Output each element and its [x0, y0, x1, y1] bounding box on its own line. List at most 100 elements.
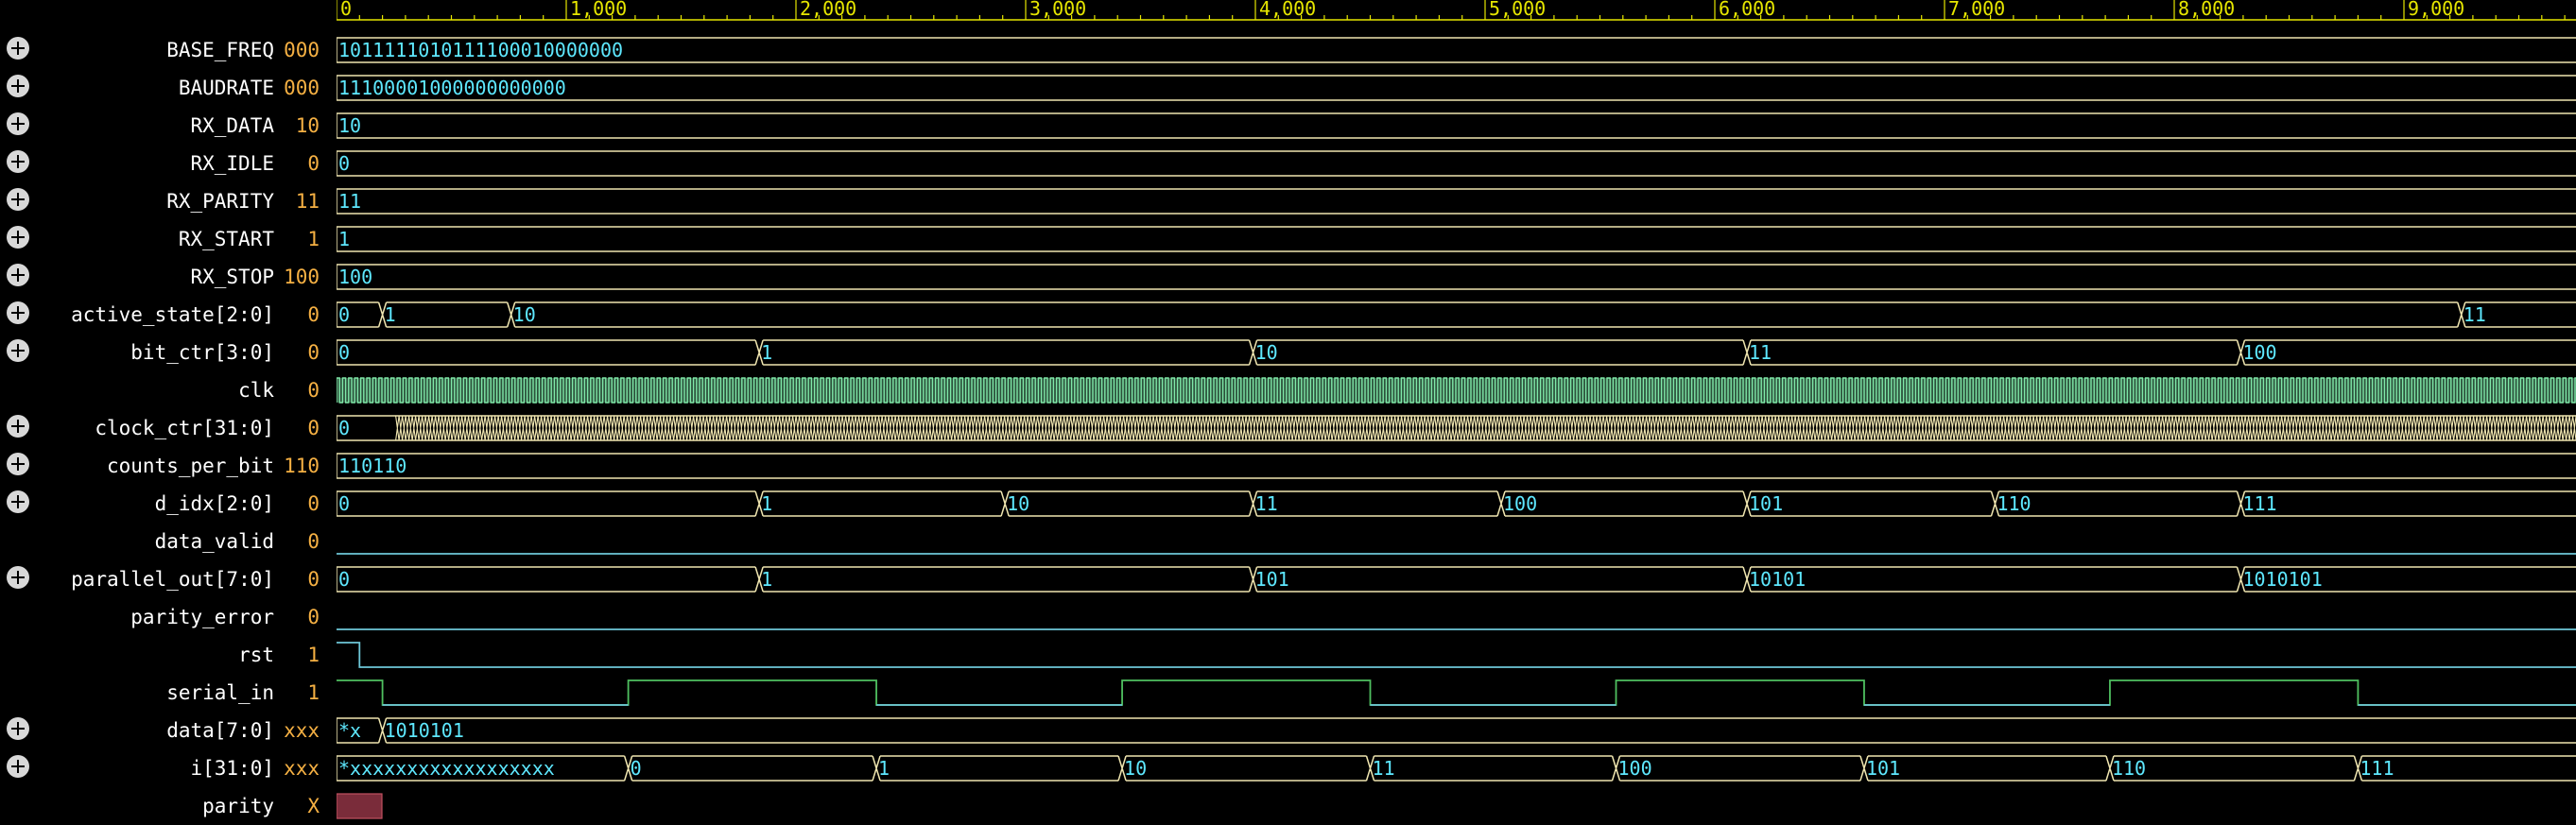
bus-value-label: 110: [1997, 492, 2031, 515]
expand-plus-icon[interactable]: [7, 188, 29, 211]
waveform-rx-parity[interactable]: 11: [336, 188, 2576, 215]
time-ruler[interactable]: 0 1,000 2,000 3,000 4,000 5,000 6,000 7,000 8,00…: [336, 0, 2576, 21]
bus-outline: [336, 566, 2576, 593]
expand-plus-icon[interactable]: [7, 37, 29, 60]
signal-row-bit-ctr-3-0[interactable]: bit_ctr[3:0] 0: [0, 334, 337, 371]
bus-outline: [336, 339, 2576, 366]
signal-name: d_idx[2:0]: [154, 492, 274, 515]
waveform-parallel-out-7-0[interactable]: 0 1 101 10101 1010101: [336, 566, 2576, 593]
signal-name: clock_ctr[31:0]: [95, 417, 274, 439]
signal-row-rx-idle[interactable]: RX_IDLE 0: [0, 145, 337, 182]
waveform-serial-in[interactable]: [337, 679, 2576, 706]
expand-plus-icon[interactable]: [7, 264, 29, 286]
expand-plus-icon[interactable]: [7, 112, 29, 135]
bus-outline: [336, 301, 2576, 328]
signal-row-clock-ctr-31-0[interactable]: clock_ctr[31:0] 0: [0, 409, 337, 447]
waveform-bit-ctr-3-0[interactable]: 0 1 10 11 100: [336, 339, 2576, 366]
signal-name: RX_START: [178, 228, 274, 250]
bus-value-label: 1010101: [2242, 568, 2322, 591]
expand-plus-icon[interactable]: [7, 453, 29, 475]
signal-row-serial-in[interactable]: serial_in 1: [0, 674, 337, 712]
expand-plus-icon[interactable]: [7, 415, 29, 438]
bus-outline: [336, 453, 2576, 479]
waveform-data-7-0[interactable]: *x 1010101: [336, 717, 2576, 744]
waveform-counts-per-bit[interactable]: 110110: [336, 453, 2576, 479]
expand-plus-icon[interactable]: [7, 755, 29, 778]
waveform-canvas[interactable]: 0 1,000 2,000 3,000 4,000 5,000 6,000 7,000 8,00…: [336, 0, 2576, 821]
bus-value-label: *x: [338, 719, 361, 742]
waveform-rx-start[interactable]: 1: [336, 226, 2576, 252]
waveform-rx-stop[interactable]: 100: [336, 264, 2576, 290]
bus-outline: [336, 755, 2576, 782]
signal-row-data-7-0[interactable]: data[7:0] xxx: [0, 712, 337, 749]
waveform-parity[interactable]: [336, 793, 383, 819]
expand-plus-icon[interactable]: [7, 75, 29, 97]
signal-cursor-value: xxx: [284, 757, 320, 780]
bus-outline: [336, 75, 2576, 101]
signal-row-rx-data[interactable]: RX_DATA 10: [0, 107, 337, 145]
signal-cursor-value: 1: [307, 644, 320, 666]
bus-value-label: 1: [761, 492, 772, 515]
ruler-tick-label: 6,000: [1719, 0, 1775, 20]
ruler-background: [337, 0, 2576, 21]
bus-outline: [336, 226, 2576, 252]
expand-plus-icon[interactable]: [7, 490, 29, 513]
signal-row-data-valid[interactable]: data_valid 0: [0, 523, 337, 560]
expand-plus-icon[interactable]: [7, 717, 29, 740]
signal-row-rx-parity[interactable]: RX_PARITY 11: [0, 182, 337, 220]
signal-row-parity[interactable]: parity X: [0, 787, 337, 825]
bus-value-label: 100: [2242, 341, 2276, 364]
signal-row-rst[interactable]: rst 1: [0, 636, 337, 674]
signal-cursor-value: X: [307, 795, 320, 817]
expand-plus-icon[interactable]: [7, 301, 29, 324]
bus-outline: [336, 112, 2576, 139]
counter-transitions: [395, 415, 2576, 441]
waveform-clk[interactable]: [336, 377, 2576, 404]
signal-cursor-value: 0: [307, 606, 320, 628]
waveform-rst[interactable]: [337, 642, 2576, 668]
bus-outline: [336, 37, 2576, 63]
signal-row-counts-per-bit[interactable]: counts_per_bit 110: [0, 447, 337, 485]
signal-name: serial_in: [166, 681, 274, 704]
bus-value-label: 0: [338, 152, 350, 175]
signal-row-rx-stop[interactable]: RX_STOP 100: [0, 258, 337, 296]
bus-outline: [336, 490, 2576, 517]
expand-plus-icon[interactable]: [7, 566, 29, 589]
unknown-value-block: [336, 793, 383, 819]
waveform-baudrate[interactable]: 11100001000000000000: [336, 75, 2576, 101]
expand-plus-icon[interactable]: [7, 150, 29, 173]
ruler-tick-label: 9,000: [2408, 0, 2464, 20]
signal-row-parallel-out-7-0[interactable]: parallel_out[7:0] 0: [0, 560, 337, 598]
ruler-tick-label: 0: [340, 0, 352, 20]
ruler-tick-label: 2,000: [800, 0, 856, 20]
bus-value-label: 110: [2112, 757, 2146, 780]
ruler-tick-label: 7,000: [1948, 0, 2005, 20]
signal-row-active-state-2-0[interactable]: active_state[2:0] 0: [0, 296, 337, 334]
waveform-clock-ctr-31-0[interactable]: 0: [336, 415, 2576, 441]
signal-row-d-idx-2-0[interactable]: d_idx[2:0] 0: [0, 485, 337, 523]
bus-value-label: 10: [1007, 492, 1029, 515]
waveform-rx-data[interactable]: 10: [336, 112, 2576, 139]
signal-row-baudrate[interactable]: BAUDRATE 000: [0, 69, 337, 107]
waveform-d-idx-2-0[interactable]: 0 1 10 11 100 101 110 111: [336, 490, 2576, 517]
waveform-rx-idle[interactable]: 0: [336, 150, 2576, 177]
waveform-active-state-2-0[interactable]: 0 1 10 11: [336, 301, 2576, 328]
bus-value-label: 11: [1373, 757, 1395, 780]
signal-row-base-freq[interactable]: BASE_FREQ 000: [0, 31, 337, 69]
signal-row-clk[interactable]: clk 0: [0, 371, 337, 409]
bus-value-label: 1: [878, 757, 890, 780]
signal-row-i-31-0[interactable]: i[31:0] xxx: [0, 749, 337, 787]
bus-value-label: 11: [2464, 303, 2486, 326]
signal-row-rx-start[interactable]: RX_START 1: [0, 220, 337, 258]
signal-name: clk: [238, 379, 274, 402]
signal-row-parity-error[interactable]: parity_error 0: [0, 598, 337, 636]
signal-cursor-value: 0: [307, 303, 320, 326]
waveform-base-freq[interactable]: 1011111010111100010000000: [336, 37, 2576, 63]
signal-name: parallel_out[7:0]: [71, 568, 274, 591]
expand-plus-icon[interactable]: [7, 339, 29, 362]
waveform-i-31-0[interactable]: *xxxxxxxxxxxxxxxxxx 0 1 10 11 100 101 110 111: [336, 755, 2576, 782]
signal-name: rst: [238, 644, 274, 666]
bus-value-label: 1011111010111100010000000: [338, 39, 623, 61]
waveform-pane[interactable]: 0 1,000 2,000 3,000 4,000 5,000 6,000 7,000 8,00…: [336, 0, 2576, 825]
expand-plus-icon[interactable]: [7, 226, 29, 249]
